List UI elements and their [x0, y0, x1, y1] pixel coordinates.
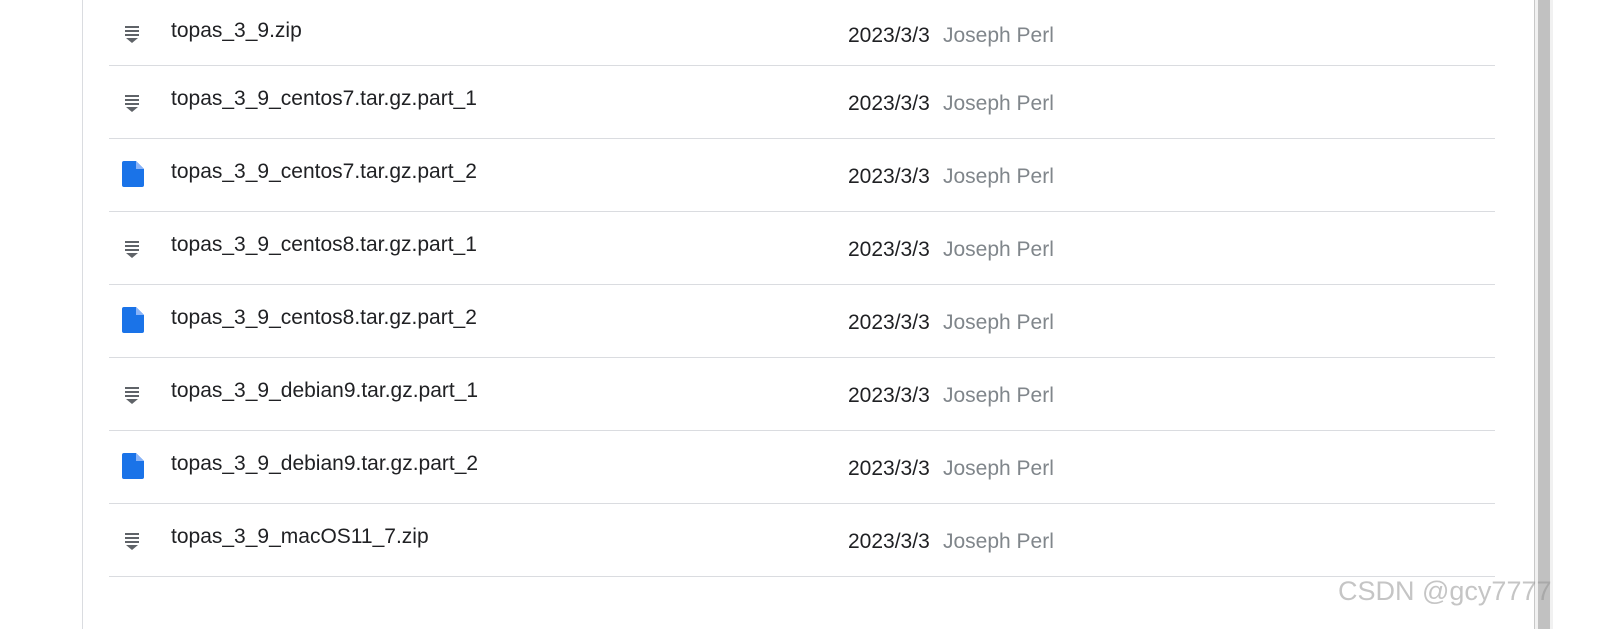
panel-left-border: [82, 0, 83, 629]
file-list: topas_3_9.zip 2023/3/3 Joseph Perl topas…: [109, 0, 1495, 577]
zip-icon: [121, 18, 145, 46]
file-name[interactable]: topas_3_9_macOS11_7.zip: [171, 525, 429, 549]
file-row[interactable]: topas_3_9_debian9.tar.gz.part_1 2023/3/3…: [109, 358, 1495, 431]
file-icon: [121, 306, 145, 334]
file-modified-date: 2023/3/3: [848, 530, 930, 553]
scrollbar-thumb[interactable]: [1538, 0, 1550, 629]
file-row[interactable]: topas_3_9_centos7.tar.gz.part_2 2023/3/3…: [109, 139, 1495, 212]
file-modified-date: 2023/3/3: [848, 384, 930, 407]
file-modified-date: 2023/3/3: [848, 24, 930, 47]
file-name[interactable]: topas_3_9_debian9.tar.gz.part_1: [171, 379, 478, 403]
file-icon: [121, 160, 145, 188]
file-row[interactable]: topas_3_9_macOS11_7.zip 2023/3/3 Joseph …: [109, 504, 1495, 577]
file-owner: Joseph Perl: [943, 24, 1054, 47]
file-name[interactable]: topas_3_9_centos8.tar.gz.part_2: [171, 306, 477, 330]
file-owner: Joseph Perl: [943, 384, 1054, 407]
file-icon: [121, 452, 145, 480]
zip-icon: [121, 233, 145, 261]
file-row[interactable]: topas_3_9_centos8.tar.gz.part_1 2023/3/3…: [109, 212, 1495, 285]
file-owner: Joseph Perl: [943, 165, 1054, 188]
file-owner: Joseph Perl: [943, 530, 1054, 553]
watermark: CSDN @gcy7777: [1338, 576, 1552, 606]
file-row[interactable]: topas_3_9_centos8.tar.gz.part_2 2023/3/3…: [109, 285, 1495, 358]
file-modified-date: 2023/3/3: [848, 92, 930, 115]
zip-icon: [121, 525, 145, 553]
file-name[interactable]: topas_3_9_centos8.tar.gz.part_1: [171, 233, 477, 257]
drive-file-list-page: topas_3_9.zip 2023/3/3 Joseph Perl topas…: [0, 0, 1597, 629]
zip-icon: [121, 379, 145, 407]
file-row[interactable]: topas_3_9_debian9.tar.gz.part_2 2023/3/3…: [109, 431, 1495, 504]
file-modified-date: 2023/3/3: [848, 165, 930, 188]
file-name[interactable]: topas_3_9_debian9.tar.gz.part_2: [171, 452, 478, 476]
file-row[interactable]: topas_3_9_centos7.tar.gz.part_1 2023/3/3…: [109, 66, 1495, 139]
file-name[interactable]: topas_3_9_centos7.tar.gz.part_1: [171, 87, 477, 111]
zip-icon: [121, 87, 145, 115]
file-name[interactable]: topas_3_9.zip: [171, 19, 302, 43]
file-modified-date: 2023/3/3: [848, 238, 930, 261]
file-owner: Joseph Perl: [943, 238, 1054, 261]
file-modified-date: 2023/3/3: [848, 457, 930, 480]
file-owner: Joseph Perl: [943, 311, 1054, 334]
file-name[interactable]: topas_3_9_centos7.tar.gz.part_2: [171, 160, 477, 184]
file-owner: Joseph Perl: [943, 92, 1054, 115]
file-owner: Joseph Perl: [943, 457, 1054, 480]
file-row[interactable]: topas_3_9.zip 2023/3/3 Joseph Perl: [109, 0, 1495, 66]
file-modified-date: 2023/3/3: [848, 311, 930, 334]
